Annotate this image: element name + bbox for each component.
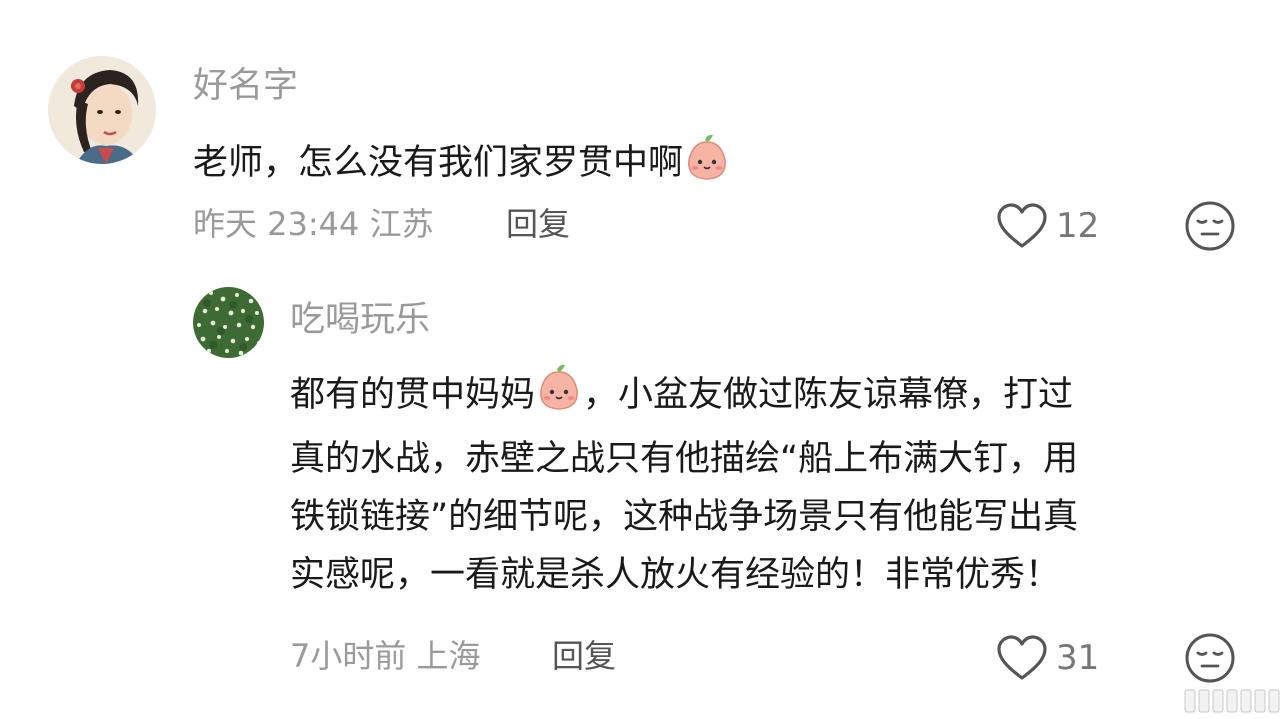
reply-text-segment: 都有的贯中妈妈 [290, 375, 536, 415]
reply-text-line: 实感呢，一看就是杀人放火有经验的！非常优秀！ [290, 555, 1061, 595]
reply-avatar[interactable] [193, 287, 264, 358]
reply-button[interactable]: 回复 [552, 634, 616, 678]
reply-author[interactable]: 吃喝玩乐 [290, 298, 430, 342]
reply-text-line: 铁锁链接”的细节呢，这种战争场景只有他能写出真 [290, 497, 1079, 537]
dislike-button[interactable] [1184, 200, 1236, 252]
meh-face-icon [1185, 633, 1235, 683]
peach-face-emoji-icon [535, 362, 583, 430]
like-button[interactable]: 12 [996, 200, 1106, 252]
like-count: 31 [1056, 638, 1100, 678]
peach-face-emoji-icon [683, 132, 731, 196]
avatar[interactable] [48, 56, 156, 164]
comment-text: 老师，怎么没有我们家罗贯中啊 [193, 132, 731, 196]
heart-icon [996, 202, 1048, 250]
comment-text-body: 老师，怎么没有我们家罗贯中啊 [193, 143, 684, 183]
watermark-logo [1183, 683, 1283, 719]
meh-face-icon [1185, 201, 1235, 251]
comment-timestamp: 昨天 23:44 江苏 [193, 205, 434, 243]
reply-timestamp: 7小时前 上海 [290, 637, 481, 675]
heart-icon [996, 634, 1048, 682]
reply-text: 都有的贯中妈妈 ，小盆友做过陈友谅幕僚，打过 真的水战，赤壁之战只有他描绘“船上… [290, 362, 1078, 604]
like-count: 12 [1056, 206, 1100, 246]
reply-text-line: 都有的贯中妈妈 ，小盆友做过陈友谅幕僚，打过 [290, 362, 1078, 430]
reply-button[interactable]: 回复 [506, 202, 570, 246]
reply-text-line: 真的水战，赤壁之战只有他描绘“船上布满大钉，用 [290, 439, 1079, 479]
like-button[interactable]: 31 [996, 632, 1106, 684]
dislike-button[interactable] [1184, 632, 1236, 684]
comment-author[interactable]: 好名字 [193, 64, 298, 108]
portrait-avatar-image [48, 56, 156, 164]
flower-bush-avatar-image [193, 287, 264, 358]
watermark-icon [1184, 689, 1280, 713]
reply-text-segment: ，小盆友做过陈友谅幕僚，打过 [583, 375, 1074, 415]
